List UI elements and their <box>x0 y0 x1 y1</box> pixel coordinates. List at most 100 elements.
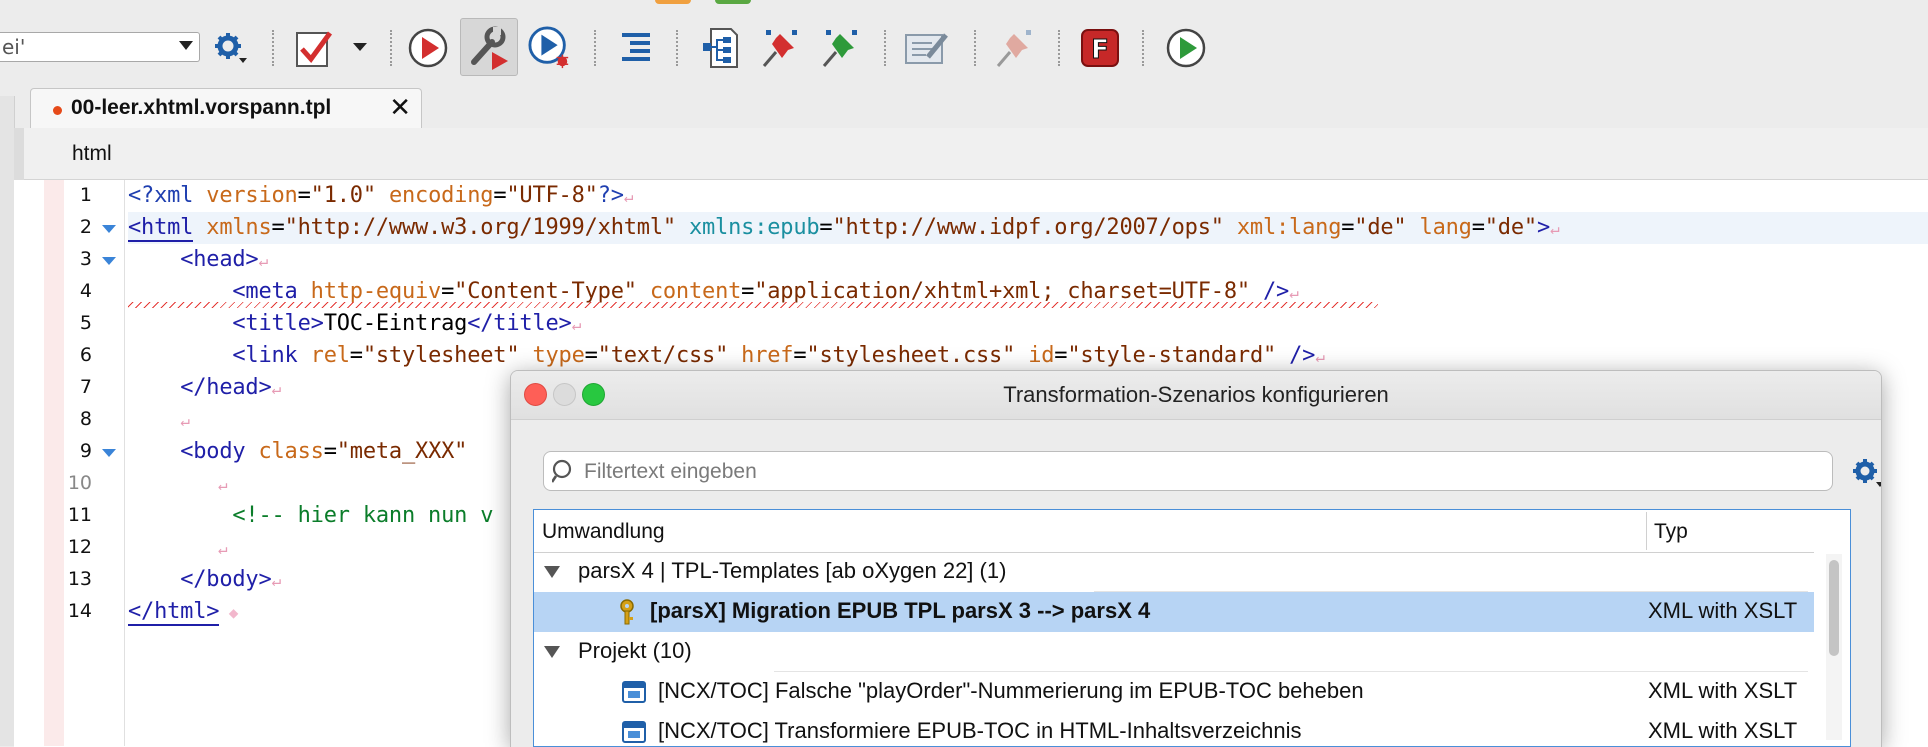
dialog-title: Transformation-Szenarios konfigurieren <box>1003 382 1389 407</box>
scenario-row[interactable]: [NCX/TOC] Falsche "playOrder"-Nummerieru… <box>534 672 1814 712</box>
validate-check-icon <box>296 31 333 67</box>
tab-marker <box>128 439 180 464</box>
tab-marker <box>128 311 232 336</box>
dialog-settings-button[interactable] <box>1851 457 1881 493</box>
group-label: parsX 4 | TPL-Templates [ab oXygen 22] (… <box>578 558 1007 583</box>
line-number: 14 <box>67 600 92 622</box>
code-line-12: ↵ <box>128 532 228 564</box>
line-number: 3 <box>79 248 92 270</box>
format-indent-button[interactable] <box>614 22 658 74</box>
attr-name: version <box>206 183 298 208</box>
code-line-2: <html xmlns="http://www.w3.org/1999/xhtm… <box>128 212 1560 244</box>
close-icon[interactable]: ✕ <box>389 93 411 123</box>
tab-marker <box>128 471 180 496</box>
tag: </html> <box>128 599 220 626</box>
attr-name: encoding <box>388 183 494 208</box>
left-side-strip <box>0 96 15 746</box>
group-row[interactable]: parsX 4 | TPL-Templates [ab oXygen 22] (… <box>534 552 1814 592</box>
fold-toggle-icon[interactable] <box>102 449 116 457</box>
toolbar-separator <box>1142 30 1147 66</box>
scenario-window-icon <box>622 721 646 743</box>
expand-triangle-icon[interactable] <box>544 566 560 578</box>
scenario-row-selected[interactable]: [parsX] Migration EPUB TPL parsX 3 --> p… <box>534 592 1814 632</box>
code-line-3: <head>↵ <box>128 244 268 276</box>
combo-value: ei' <box>2 35 26 59</box>
attr-name: class <box>258 439 324 464</box>
column-header-name[interactable]: Umwandlung <box>542 520 665 544</box>
vertical-scrollbar[interactable] <box>1826 554 1842 740</box>
tab-marker <box>128 247 180 272</box>
eol-marker-icon: ↵ <box>180 539 228 558</box>
pin-red-button[interactable] <box>760 22 804 74</box>
top-badge-orange <box>655 0 691 4</box>
edit-document-button[interactable] <box>904 22 948 74</box>
code-line-14: </html> ◆ <box>128 596 238 628</box>
line-number: 5 <box>79 312 92 334</box>
scenario-row[interactable]: [NCX/TOC] Transformiere EPUB-TOC in HTML… <box>534 712 1814 747</box>
run-green-icon <box>1166 28 1206 68</box>
unpin-button[interactable] <box>994 22 1038 74</box>
chevron-down-icon[interactable] <box>179 41 193 50</box>
key-icon <box>620 599 634 625</box>
attr-name: xml:lang <box>1236 215 1342 240</box>
debug-scenario-button[interactable] <box>528 22 572 74</box>
column-divider[interactable] <box>1646 512 1647 550</box>
line-number: 11 <box>67 504 92 526</box>
filter-box[interactable] <box>543 451 1833 491</box>
attr-value: "UTF-8" <box>506 183 598 208</box>
fold-toggle-icon[interactable] <box>102 225 116 233</box>
equals: = <box>793 343 807 368</box>
top-badge-green <box>715 0 751 4</box>
dialog-titlebar[interactable]: Transformation-Szenarios konfigurieren <box>511 371 1881 420</box>
eol-marker-icon: ↵ <box>180 411 190 430</box>
scenario-table: Umwandlung Typ parsX 4 | TPL-Templates [… <box>533 509 1851 747</box>
run-transformation-button[interactable] <box>406 22 450 74</box>
transformation-combo[interactable]: ei' <box>0 32 200 62</box>
equals: = <box>323 439 337 464</box>
attr-value: "application/xhtml+xml; charset=UTF-8" <box>754 279 1250 304</box>
group-row[interactable]: Projekt (10) <box>534 632 1814 672</box>
scenario-label: [parsX] Migration EPUB TPL parsX 3 --> p… <box>650 598 1151 623</box>
breadcrumb-item-html[interactable]: html <box>72 142 112 166</box>
expand-triangle-icon[interactable] <box>544 646 560 658</box>
tab-marker <box>128 503 232 528</box>
gear-dropdown-button[interactable] <box>208 22 252 74</box>
filter-input[interactable] <box>582 456 1786 488</box>
attr-value: "stylesheet" <box>362 343 520 368</box>
pi-close: ?> <box>597 183 624 208</box>
code-line-13: </body>↵ <box>128 564 281 596</box>
pin-green-button[interactable] <box>820 22 864 74</box>
attr-name: href <box>741 343 794 368</box>
eol-marker-icon: ↵ <box>1550 219 1560 238</box>
tab-marker <box>128 375 180 400</box>
line-number: 2 <box>79 216 92 238</box>
xpath-structure-button[interactable] <box>698 22 742 74</box>
run-green-button[interactable] <box>1164 22 1208 74</box>
eol-marker-icon: ↵ <box>1289 283 1299 302</box>
pi-open: <?xml <box>128 183 207 208</box>
equals: = <box>349 343 363 368</box>
validate-dropdown[interactable] <box>340 22 380 74</box>
eol-marker-icon: ↵ <box>271 571 282 590</box>
column-header-type[interactable]: Typ <box>1654 520 1688 544</box>
equals: = <box>1054 343 1068 368</box>
oxygen-f-button[interactable]: F <box>1078 22 1122 74</box>
attr-name: type <box>532 343 585 368</box>
xpath-structure-icon <box>703 28 738 68</box>
validate-button[interactable] <box>292 22 336 74</box>
scrollbar-thumb[interactable] <box>1829 560 1839 656</box>
configure-transformation-button[interactable] <box>460 18 518 76</box>
scenario-label: [NCX/TOC] Falsche "playOrder"-Nummerieru… <box>658 678 1364 703</box>
toolbar-separator <box>594 30 599 66</box>
line-number: 13 <box>67 568 92 590</box>
attr-value: "de" <box>1484 215 1537 240</box>
tab-marker <box>128 279 232 304</box>
fold-toggle-icon[interactable] <box>102 257 116 265</box>
editor-tab[interactable]: 00-leer.xhtml.vorspann.tpl ✕ <box>30 88 422 128</box>
eol-marker-icon: ↵ <box>180 475 228 494</box>
toolbar-separator <box>272 30 277 66</box>
